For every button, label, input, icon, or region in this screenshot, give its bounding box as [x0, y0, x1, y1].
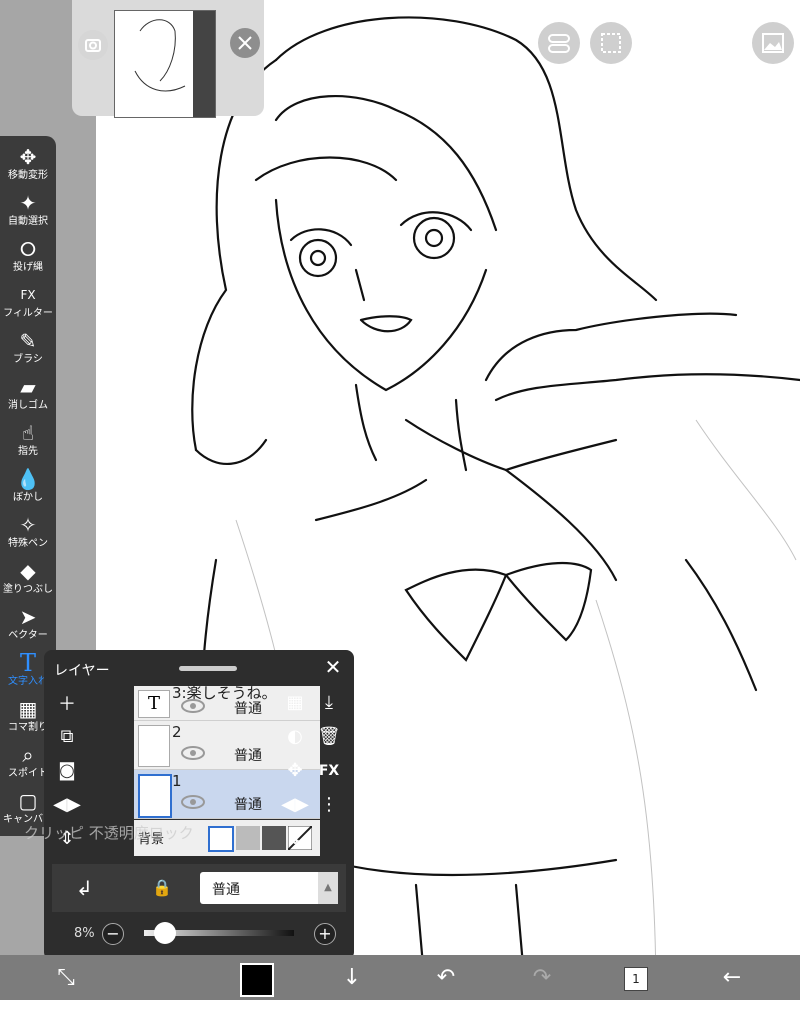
navigator-preview [114, 10, 216, 118]
checker-layer-icon[interactable]: ▦ [280, 690, 310, 716]
undo-icon[interactable]: ↶ [424, 955, 468, 1000]
flip-horizontal-icon[interactable]: ◀▶ [52, 792, 82, 818]
flip-vertical-layer-icon[interactable]: ⇕ [280, 826, 310, 852]
tool-label: 自動選択 [8, 216, 48, 227]
drag-handle[interactable] [179, 666, 237, 671]
tool-fill[interactable]: ◆ 塗りつぶし [0, 556, 56, 602]
layer-name: 1 [172, 772, 182, 790]
tool-move[interactable]: ✥ 移動変形 [0, 142, 56, 188]
visibility-eye-icon[interactable] [180, 698, 206, 714]
back-arrow-icon[interactable]: ← [710, 955, 754, 1000]
chevron-up-icon: ▲ [318, 872, 338, 904]
tool-label: 指先 [18, 446, 38, 457]
mask-icon[interactable]: ◐ [280, 724, 310, 750]
camera-icon[interactable] [78, 30, 108, 60]
tool-label: ベクター [8, 630, 48, 641]
tool-vector[interactable]: ➤ ベクター [0, 602, 56, 648]
swap-icon[interactable]: ⤡ [44, 955, 88, 1000]
bottom-strip [0, 1000, 800, 1016]
layer-blend-mode: 普通 [234, 797, 262, 813]
layer-blend-mode: 普通 [234, 748, 262, 764]
close-icon[interactable]: ✕ [322, 656, 344, 678]
move-layer-icon[interactable]: ✥ [280, 758, 310, 784]
fx-layer-icon[interactable]: FX [314, 758, 344, 784]
vector-icon: ➤ [19, 605, 37, 629]
flip-layer-icon[interactable]: ◀▶ [280, 792, 310, 818]
lasso-icon: ⭘ [20, 237, 36, 261]
tool-label: 塗りつぶし [2, 584, 54, 595]
layer-name: 2 [172, 723, 182, 741]
layer-thumbnail [138, 774, 172, 818]
tool-magic-wand[interactable]: ✦ 自動選択 [0, 188, 56, 234]
layers-count-icon[interactable]: 1 [624, 967, 648, 991]
tool-blur[interactable]: 💧 ぼかし [0, 464, 56, 510]
selection-icon[interactable] [590, 22, 632, 64]
brush-icon: ✎ [19, 329, 37, 353]
tool-eraser[interactable]: ▰ 消しゴム [0, 372, 56, 418]
clipping-icon[interactable]: ↲ [76, 876, 93, 900]
tool-fx[interactable]: FX フィルター [0, 280, 56, 326]
duplicate-layer-icon[interactable]: ⧉ [52, 724, 82, 750]
camera-layer-icon[interactable]: ◙ [52, 758, 82, 784]
tool-label: フィルター [3, 308, 53, 319]
more-options-icon[interactable]: ⋮ [314, 792, 344, 818]
tool-label: 移動変形 [8, 170, 48, 181]
fill-icon: ◆ [20, 559, 36, 583]
special-pen-icon: ✧ [19, 513, 37, 537]
toggle-icon[interactable] [538, 22, 580, 64]
layer-count-label: 1 [632, 972, 640, 986]
close-navigator-icon[interactable] [230, 28, 260, 58]
tool-label: 消しゴム [8, 400, 48, 411]
layer-panel-title: レイヤー [54, 663, 110, 679]
layer-thumbnail [138, 725, 170, 767]
tool-brush[interactable]: ✎ ブラシ [0, 326, 56, 372]
tool-special-pen[interactable]: ✧ 特殊ペン [0, 510, 56, 556]
tool-label: 投げ縄 [13, 262, 43, 273]
canvas-navigator[interactable] [72, 0, 264, 118]
fx-icon: FX [20, 288, 36, 302]
blend-mode-select[interactable]: 普通 ▲ [200, 872, 338, 904]
layer-blend-mode: 普通 [234, 701, 262, 717]
opacity-plus-button[interactable]: + [314, 923, 336, 945]
eraser-icon: ▰ [20, 375, 36, 399]
alpha-lock-icon[interactable]: 🔒 [152, 878, 172, 897]
tool-label: ブラシ [13, 354, 43, 365]
image-icon[interactable] [752, 22, 794, 64]
tool-lasso[interactable]: ⭘ 投げ縄 [0, 234, 56, 280]
blend-mode-value: 普通 [212, 882, 240, 898]
arrow-down-icon[interactable]: ↓ [330, 955, 374, 1000]
visibility-eye-icon[interactable] [180, 794, 206, 810]
redo-icon[interactable]: ↷ [520, 955, 564, 1000]
move-icon: ✥ [19, 145, 37, 169]
text-layer-icon: T [138, 690, 170, 718]
finger-icon: ☝ [21, 421, 35, 445]
tool-label: 特殊ペン [8, 538, 48, 549]
tool-label: ぼかし [13, 492, 43, 503]
primary-color-swatch[interactable] [240, 963, 274, 997]
visibility-eye-icon[interactable] [180, 745, 206, 761]
bottom-toolbar: ⤡ ↓ ↶ ↷ 1 ← [0, 955, 800, 1000]
add-layer-icon[interactable]: ＋ [52, 692, 82, 718]
layer-panel: レイヤー ✕ ＋ ⧉ ◙ ◀▶ ⇕ T 3:楽しそうね。 普通 2 普通 1 普… [24, 650, 354, 960]
trash-icon[interactable]: 🗑 [314, 724, 344, 750]
merge-down-icon[interactable]: ⤓ [314, 690, 344, 716]
blur-icon: 💧 [15, 467, 41, 491]
opacity-minus-button[interactable]: − [102, 923, 124, 945]
clipping-opacity-lock-hint: クリッピ 不透明度ロック [24, 824, 194, 842]
tool-finger[interactable]: ☝ 指先 [0, 418, 56, 464]
opacity-value: 8% [74, 926, 95, 941]
magic-wand-icon: ✦ [19, 191, 37, 215]
opacity-slider-thumb[interactable] [154, 922, 177, 944]
bg-gray-swatch[interactable] [236, 826, 260, 850]
